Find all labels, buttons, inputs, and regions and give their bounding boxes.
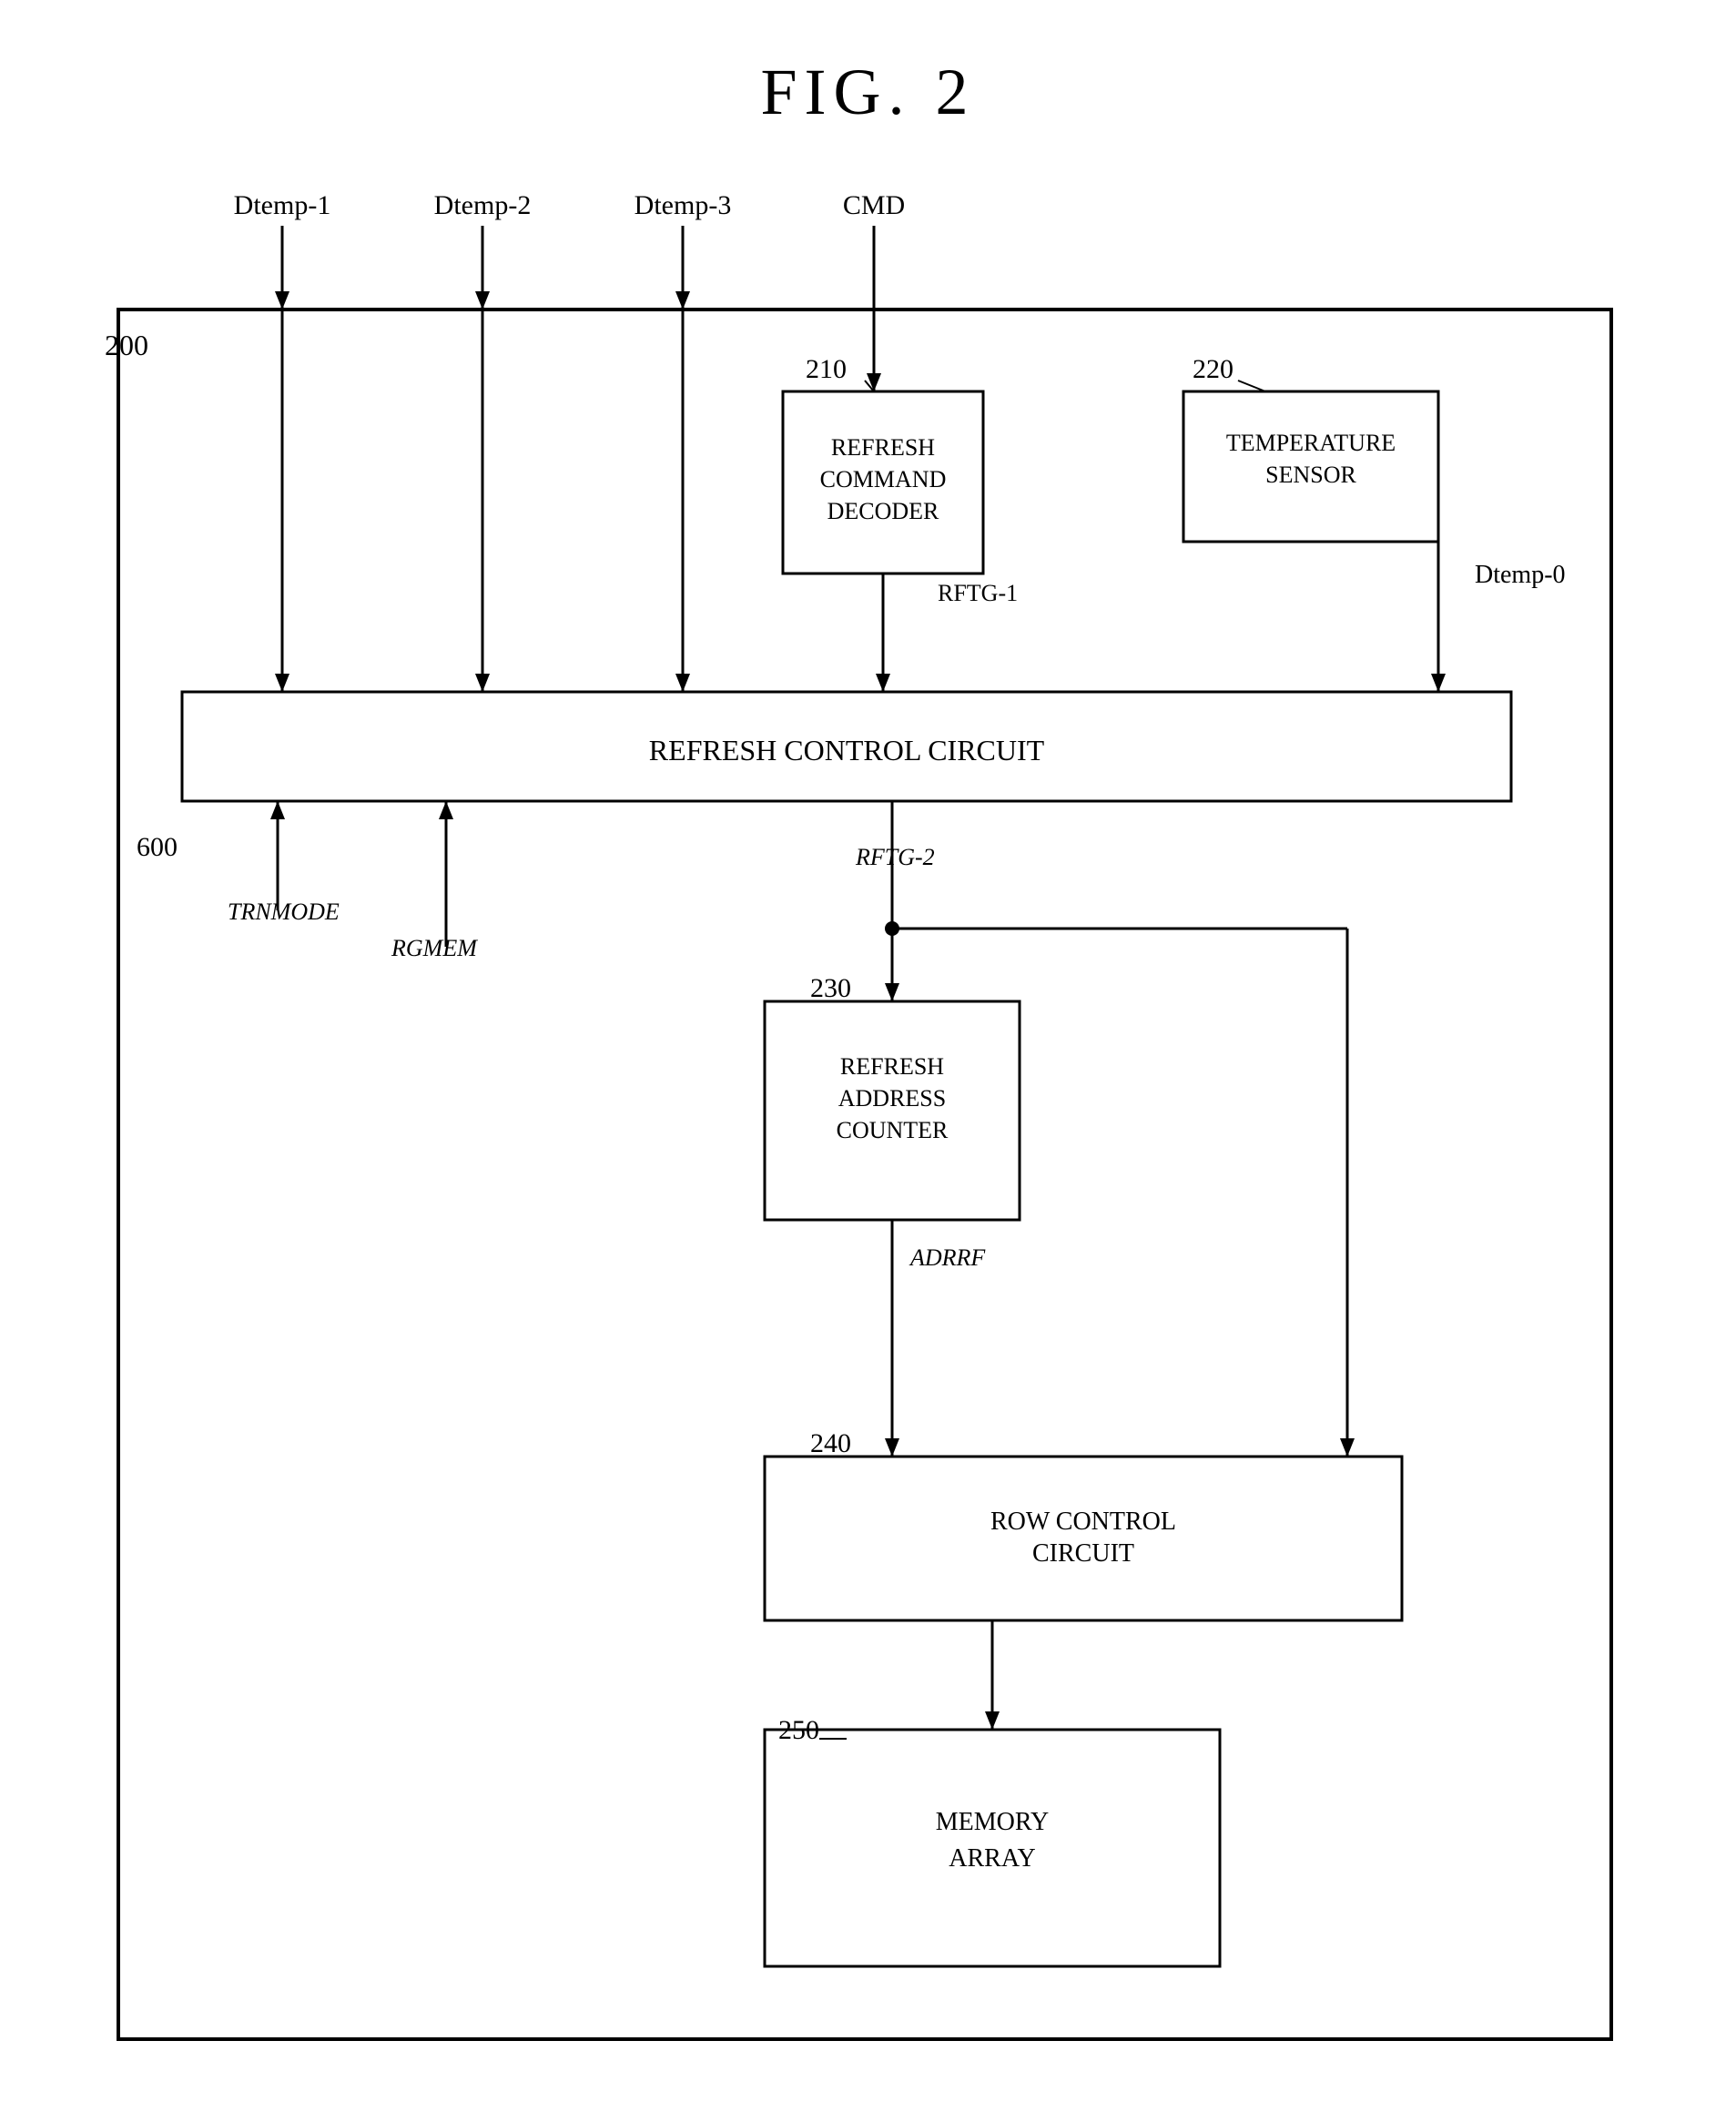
row-control-circuit-label: ROW CONTROL [990, 1508, 1176, 1536]
label-600: 600 [137, 832, 178, 862]
adrrf-label: ADRRF [909, 1244, 986, 1271]
memory-array-label: MEMORY [936, 1808, 1049, 1836]
row-control-circuit-label2: CIRCUIT [1032, 1539, 1134, 1568]
refresh-address-counter-label3: COUNTER [837, 1117, 949, 1143]
label-220: 220 [1193, 354, 1233, 384]
label-200: 200 [105, 329, 148, 361]
cmd-label: CMD [843, 190, 905, 220]
dtemp0-label: Dtemp-0 [1475, 561, 1566, 589]
dtemp2-label: Dtemp-2 [434, 190, 532, 220]
diagram-svg: 200 Dtemp-1 Dtemp-2 Dtemp-3 CMD 210 REFR… [0, 0, 1736, 2122]
refresh-address-counter-label2: ADDRESS [838, 1085, 946, 1112]
label-230: 230 [810, 973, 851, 1003]
rgmem-label: RGMEM [391, 935, 478, 961]
refresh-address-counter-label: REFRESH [840, 1053, 944, 1080]
refresh-command-decoder-label2: COMMAND [820, 466, 947, 492]
rftg2-label: RFTG-2 [855, 844, 935, 870]
memory-array-label2: ARRAY [949, 1844, 1035, 1873]
temperature-sensor-label: TEMPERATURE [1226, 430, 1396, 456]
dtemp3-label: Dtemp-3 [635, 190, 732, 220]
refresh-control-circuit-label: REFRESH CONTROL CIRCUIT [649, 734, 1045, 767]
dtemp1-label: Dtemp-1 [234, 190, 331, 220]
refresh-command-decoder-label: REFRESH [831, 434, 935, 461]
label-210: 210 [806, 354, 847, 384]
rftg1-label: RFTG-1 [938, 580, 1018, 606]
temperature-sensor-label2: SENSOR [1265, 462, 1356, 488]
label-240: 240 [810, 1428, 851, 1458]
refresh-command-decoder-label3: DECODER [827, 498, 939, 524]
trnmode-label: TRNMODE [228, 899, 340, 925]
